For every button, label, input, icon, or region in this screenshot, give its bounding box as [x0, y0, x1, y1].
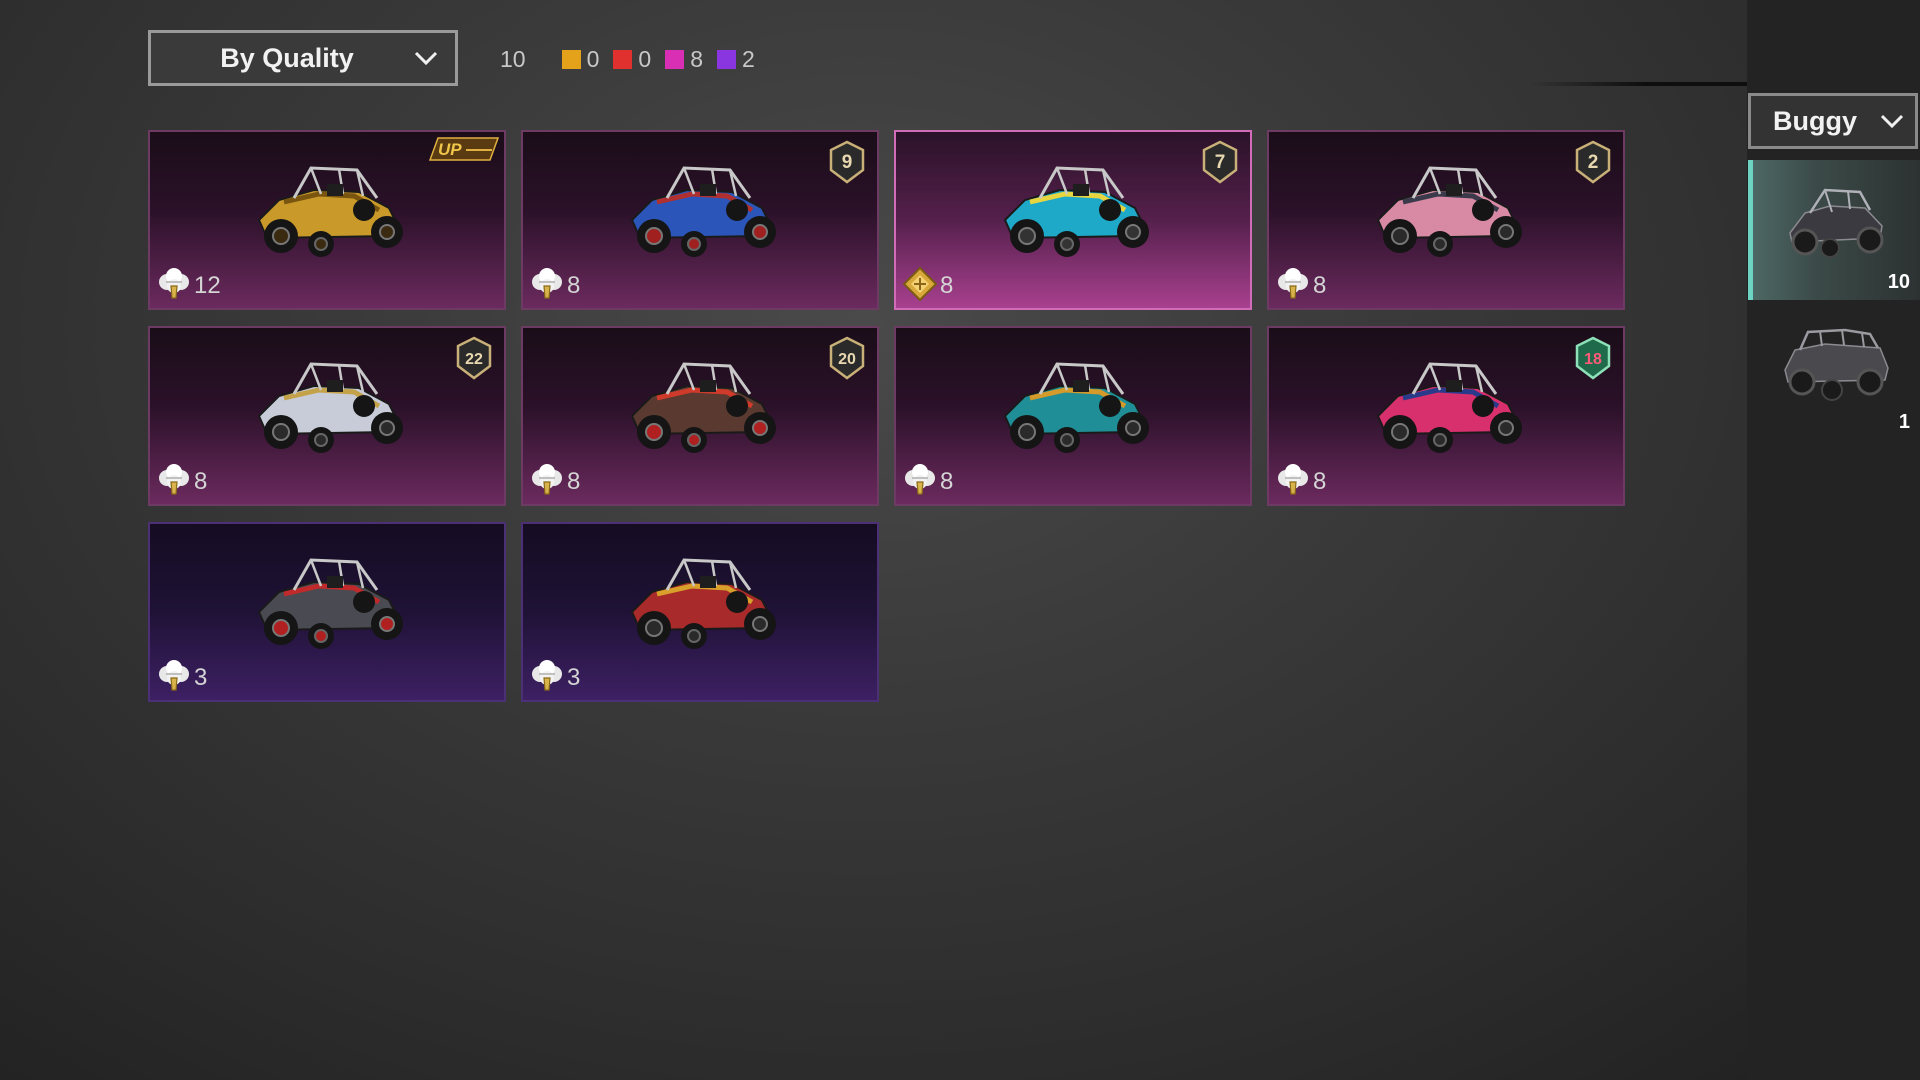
total-count: 10	[500, 45, 526, 72]
gold-diamond-icon	[902, 266, 938, 302]
item-price: 3	[567, 664, 581, 691]
level-badge-text: 9	[842, 152, 853, 173]
level-badge-text: 20	[838, 351, 856, 368]
item-price: 12	[194, 272, 221, 299]
quality-count-gold: 0	[561, 45, 600, 73]
item-price: 8	[940, 468, 954, 495]
sidebar-tab-count: 10	[1887, 271, 1910, 293]
upgrade-badge-icon: UP	[428, 137, 500, 161]
quality-count-value: 0	[586, 45, 600, 72]
quality-swatch	[613, 49, 633, 69]
item-price: 8	[940, 272, 954, 299]
fortune-currency-icon	[532, 268, 562, 299]
pickup-truck-icon	[1784, 328, 1889, 401]
item-price: 8	[1313, 272, 1327, 299]
level-badge-text: 22	[465, 351, 483, 368]
item-card[interactable]: 7 8	[894, 130, 1252, 310]
item-price: 8	[567, 468, 581, 495]
chevron-down-icon	[414, 51, 438, 66]
item-card[interactable]: 9 8	[521, 130, 879, 310]
item-price: 8	[1313, 468, 1327, 495]
sort-dropdown-label: By Quality	[220, 42, 354, 73]
buggy-skin-image	[1003, 362, 1149, 453]
quality-count-value: 2	[741, 45, 755, 72]
buggy-skin-image	[1003, 166, 1149, 257]
chevron-down-icon	[1880, 114, 1904, 129]
upgrade-badge-text: UP	[438, 140, 462, 159]
level-badge-icon: 18	[1575, 336, 1611, 380]
quality-count-value: 0	[638, 45, 652, 72]
fortune-currency-icon	[532, 464, 562, 495]
level-badge-icon: 9	[829, 140, 865, 184]
fortune-currency-icon	[159, 660, 189, 691]
item-price: 3	[194, 664, 208, 691]
item-card[interactable]: 2 8	[1267, 130, 1625, 310]
vehicle-type-label: Buggy	[1773, 105, 1857, 136]
fortune-currency-icon	[1278, 268, 1308, 299]
sidebar-tab-count: 1	[1898, 411, 1910, 433]
quality-swatch	[561, 49, 581, 69]
buggy-skin-image	[257, 362, 403, 453]
fortune-currency-icon	[159, 464, 189, 495]
level-badge-icon: 2	[1575, 140, 1611, 184]
quality-count-red: 0	[613, 46, 651, 73]
item-card[interactable]: 18 8	[1267, 326, 1625, 506]
buggy-skin-image	[1376, 362, 1522, 453]
sidebar-tab-pickup[interactable]: 1	[1748, 300, 1920, 440]
quality-count-purple: 2	[716, 45, 755, 73]
buggy-skin-image	[630, 166, 776, 257]
quality-swatch	[665, 49, 685, 69]
fortune-currency-icon	[532, 660, 562, 691]
vehicle-type-dropdown[interactable]: Buggy	[1748, 93, 1918, 149]
level-badge-icon: 20	[829, 336, 865, 380]
level-badge-icon: 22	[456, 336, 492, 380]
level-badge-icon: 7	[1202, 140, 1238, 184]
item-card[interactable]: 22 8	[148, 326, 506, 506]
item-card[interactable]: 8	[894, 326, 1252, 506]
fortune-currency-icon	[159, 268, 189, 299]
item-price: 8	[567, 272, 581, 299]
item-card[interactable]: UP 12	[148, 130, 506, 310]
item-card[interactable]: 3	[148, 522, 506, 702]
item-card[interactable]: 20 8	[521, 326, 879, 506]
buggy-skin-image	[1376, 166, 1522, 257]
quality-count-value: 8	[690, 45, 703, 72]
sidebar-tab-buggy[interactable]: 10	[1748, 160, 1920, 300]
buggy-skin-image	[257, 558, 403, 649]
level-badge-text: 18	[1584, 351, 1602, 368]
quality-swatch	[716, 49, 736, 69]
quality-count-pink: 8	[665, 46, 703, 73]
quality-count-summary: 10 0 0 8 2	[500, 44, 769, 74]
buggy-icon	[1789, 188, 1884, 258]
item-price: 8	[194, 468, 208, 495]
buggy-skin-image	[630, 362, 776, 453]
level-badge-text: 2	[1588, 152, 1599, 173]
buggy-skin-image	[630, 558, 776, 649]
fortune-currency-icon	[905, 464, 935, 495]
level-badge-text: 7	[1215, 152, 1226, 173]
fortune-currency-icon	[1278, 464, 1308, 495]
sort-dropdown[interactable]: By Quality	[148, 30, 458, 86]
buggy-skin-image	[257, 166, 403, 257]
item-card[interactable]: 3	[521, 522, 879, 702]
